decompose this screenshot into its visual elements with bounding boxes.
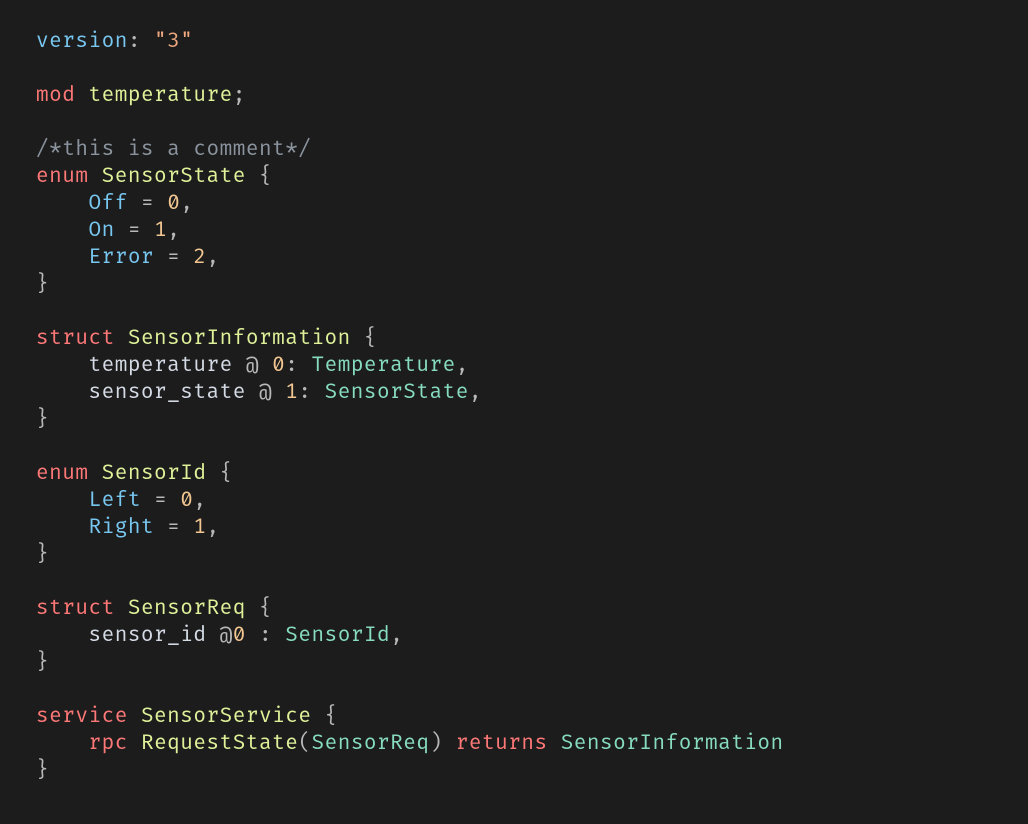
token-pun: : — [246, 623, 285, 648]
token-pun: } — [36, 542, 49, 567]
token-kw: mod — [36, 83, 75, 108]
token-pun: , — [193, 488, 206, 513]
token-num: 0 — [272, 353, 285, 378]
token-pun: , — [390, 623, 403, 648]
token-pun: @ — [220, 623, 233, 648]
token-pun: } — [36, 650, 49, 675]
token-kw: returns — [456, 731, 548, 756]
token-type: SensorState — [325, 380, 469, 405]
token-def: RequestState — [141, 731, 298, 756]
token-num: 1 — [154, 218, 167, 243]
token-pun: , — [167, 218, 180, 243]
token-pun: ) — [430, 731, 456, 756]
token-pun: } — [36, 272, 49, 297]
token-def: SensorId — [102, 461, 207, 486]
token-kw: service — [36, 704, 128, 729]
token-pun: , — [456, 353, 469, 378]
token-pun: { — [325, 704, 338, 729]
token-pun: @ — [259, 380, 285, 405]
token-pun: , — [207, 245, 220, 270]
token-pun: : — [298, 380, 324, 405]
token-prop: sensor_state — [88, 380, 245, 405]
token-member: Error — [88, 245, 154, 270]
token-member: version — [36, 29, 128, 54]
token-pun: { — [259, 596, 272, 621]
token-type: SensorInformation — [561, 731, 784, 756]
code-block: version: "3" mod temperature; /*this is … — [0, 0, 1028, 812]
token-pun: { — [364, 326, 377, 351]
token-def: SensorReq — [128, 596, 246, 621]
token-num: 1 — [193, 515, 206, 540]
token-pun: { — [220, 461, 233, 486]
token-type: SensorReq — [311, 731, 429, 756]
token-pun: = — [128, 218, 154, 243]
token-prop: sensor_id — [88, 623, 206, 648]
token-num: 0 — [180, 488, 193, 513]
token-pun: , — [180, 191, 193, 216]
token-pun: : — [285, 353, 311, 378]
token-def: SensorInformation — [128, 326, 351, 351]
token-kw: struct — [36, 596, 115, 621]
token-num: 2 — [193, 245, 206, 270]
token-member: Right — [88, 515, 154, 540]
token-pun: : — [128, 29, 154, 54]
token-pun: = — [154, 488, 180, 513]
token-def: SensorState — [102, 164, 246, 189]
token-num: 0 — [167, 191, 180, 216]
token-member: Off — [88, 191, 127, 216]
token-str: "3" — [154, 29, 193, 54]
token-pun: ; — [233, 83, 246, 108]
token-pun: , — [469, 380, 482, 405]
token-pun: @ — [246, 353, 272, 378]
token-pun: ( — [298, 731, 311, 756]
token-num: 1 — [285, 380, 298, 405]
token-cmt: /*this is a comment*/ — [36, 137, 311, 162]
token-pun: { — [259, 164, 272, 189]
token-pun: = — [167, 245, 193, 270]
token-kw: enum — [36, 164, 88, 189]
token-prop: temperature — [88, 353, 232, 378]
token-num: 0 — [233, 623, 246, 648]
token-pun: = — [167, 515, 193, 540]
token-pun: = — [141, 191, 167, 216]
token-def: SensorService — [141, 704, 312, 729]
token-pun: } — [36, 758, 49, 783]
token-def: temperature — [88, 83, 232, 108]
token-pun: } — [36, 407, 49, 432]
token-member: Left — [88, 488, 140, 513]
token-type: Temperature — [311, 353, 455, 378]
token-member: On — [88, 218, 114, 243]
token-kw: enum — [36, 461, 88, 486]
token-kw: struct — [36, 326, 115, 351]
token-type: SensorId — [285, 623, 390, 648]
token-pun: , — [207, 515, 220, 540]
token-kw: rpc — [88, 731, 127, 756]
